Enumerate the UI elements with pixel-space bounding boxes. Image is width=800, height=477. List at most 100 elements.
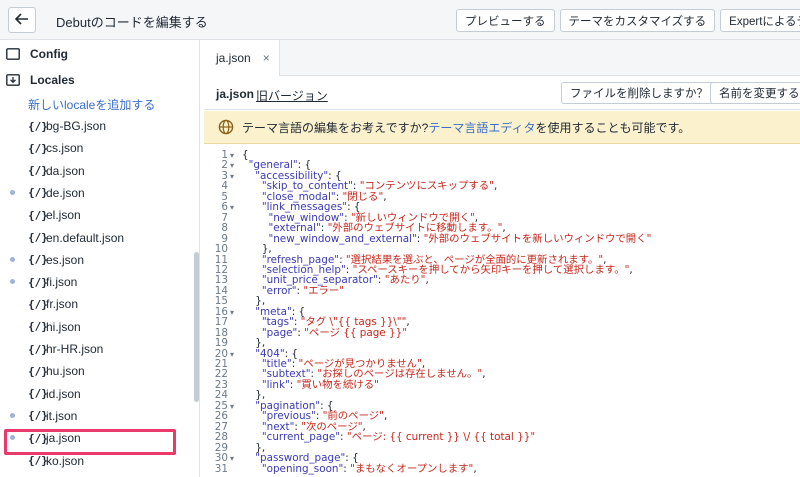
folder-locales[interactable]: Locales <box>0 69 75 91</box>
json-string: "あたり" <box>384 274 426 287</box>
json-string: "外部のウェブサイトを新しいウィンドウで開く" <box>423 232 652 245</box>
arrow-left-icon <box>14 12 29 28</box>
add-locale-link[interactable]: 新しいlocaleを追加する <box>28 96 155 113</box>
customize-theme-button[interactable]: テーマをカスタマイズする <box>559 9 716 32</box>
file-name-label: en.default.json <box>46 230 125 245</box>
file-name-label: id.json <box>46 386 81 401</box>
sidebar-file-item[interactable]: {/} en.default.json <box>0 227 190 249</box>
folder-label: Locales <box>30 73 75 87</box>
banner-text-after: を使用することも可能です。 <box>535 120 691 135</box>
sidebar-file-item[interactable]: {/} id.json <box>0 383 190 405</box>
file-name-label: hr-HR.json <box>46 342 104 356</box>
banner-text: テーマ言語の編集をお考えですか? <box>242 120 429 135</box>
file-name-label: ko.json <box>46 453 85 468</box>
rename-button[interactable]: 名前を変更する <box>710 82 800 104</box>
modified-dot-icon <box>10 189 15 195</box>
old-version-link[interactable]: 旧バージョン <box>256 87 328 104</box>
sidebar-file-item[interactable]: {/} es.json <box>0 249 190 271</box>
json-file-icon: {/} <box>28 119 48 133</box>
json-file-icon: {/} <box>28 297 48 311</box>
sidebar-file-item[interactable]: {/} fr.json <box>0 293 190 315</box>
json-key: "opening_soon" <box>261 462 344 475</box>
json-punct: : <box>289 378 297 391</box>
back-button[interactable] <box>8 7 36 33</box>
line-number: 31 <box>214 462 228 475</box>
json-punct: , <box>629 263 633 276</box>
json-file-icon: {/} <box>28 342 48 356</box>
tab-label: ja.json <box>216 51 251 65</box>
close-icon[interactable]: × <box>263 51 270 65</box>
sidebar-file-item[interactable]: {/} el.json <box>0 204 190 226</box>
language-editor-link[interactable]: テーマ言語エディタ <box>428 119 535 136</box>
json-file-icon: {/} <box>28 231 48 244</box>
file-name-label: fr.json <box>46 297 79 312</box>
file-name-label: hu.json <box>46 364 85 379</box>
tab-ja-json[interactable]: ja.json × <box>204 40 280 76</box>
sidebar-file-item[interactable]: {/} da.json <box>0 160 190 182</box>
preview-button[interactable]: プレビューする <box>456 9 555 32</box>
json-file-icon: {/} <box>28 208 48 222</box>
json-key: "current_page" <box>261 431 341 444</box>
code-editor: ja.json × ja.json 旧バージョン ファイルを削除しますか？ 名前… <box>204 40 800 477</box>
code-line: 31 "opening_soon": "まもなくオープンします", <box>204 462 800 475</box>
file-name-label: es.json <box>46 252 85 267</box>
json-punct: , <box>425 274 429 287</box>
json-file-icon: {/} <box>28 320 48 334</box>
json-key: "page" <box>261 326 298 339</box>
sidebar-file-item[interactable]: {/} hi.json <box>0 316 190 338</box>
json-file-icon: {/} <box>28 364 48 378</box>
file-name-label: de.json <box>46 185 85 200</box>
sidebar-file-item[interactable]: {/} de.json <box>0 182 190 204</box>
header-actions: プレビューする テーマをカスタマイズする Expertによるテーマ <box>456 9 800 32</box>
file-toolbar: ja.json 旧バージョン ファイルを削除しますか？ 名前を変更する <box>204 76 800 110</box>
page-title: Debutのコードを編集する <box>56 15 208 30</box>
json-punct: , <box>482 368 486 381</box>
expert-theme-button[interactable]: Expertによるテーマ <box>720 9 800 32</box>
json-punct: , <box>493 180 498 193</box>
file-name-label: bg-BG.json <box>46 119 107 133</box>
json-key: "new_window_and_external" <box>268 232 417 245</box>
file-name-label: el.json <box>46 208 81 223</box>
code-area[interactable]: 1 ▾{2 ▾ "general": {3 ▾ "accessibility": {4… <box>204 150 800 477</box>
json-string: "エラー" <box>303 284 345 297</box>
json-punct: , <box>473 462 477 475</box>
json-file-icon: {/} <box>28 387 48 401</box>
folder-icon <box>6 48 20 60</box>
json-file-icon: {/} <box>28 253 48 267</box>
json-string: "ページ: {{ current }} \/ {{ total }}" <box>346 431 536 444</box>
top-bar: Debutのコードを編集する プレビューする テーマをカスタマイズする Expe… <box>0 0 800 40</box>
file-name-label: fi.json <box>46 275 78 290</box>
folder-config[interactable]: Config <box>0 43 68 65</box>
json-file-icon: {/} <box>28 141 48 155</box>
modified-dot-icon <box>10 412 15 418</box>
sidebar-file-item[interactable]: {/} hr-HR.json <box>0 338 190 360</box>
sidebar-scrollbar[interactable] <box>194 252 199 402</box>
file-name-label: cs.json <box>46 141 84 156</box>
file-name: ja.json <box>216 87 255 101</box>
editor-tabs: ja.json × <box>204 40 800 76</box>
json-string: "買い物を続ける" <box>296 378 379 391</box>
json-punct: , <box>383 410 388 423</box>
sidebar-file-item[interactable]: {/} it.json <box>0 405 190 427</box>
sidebar-file-item[interactable]: {/} cs.json <box>0 137 190 159</box>
json-punct: : <box>340 431 347 444</box>
json-file-icon: {/} <box>28 409 48 423</box>
sidebar-file-item[interactable]: {/} fi.json <box>0 271 190 293</box>
delete-file-button[interactable]: ファイルを削除しますか？ <box>561 82 717 104</box>
sidebar-file-item[interactable]: {/} bg-BG.json <box>0 115 190 137</box>
json-file-icon: {/} <box>28 275 48 289</box>
json-punct: : <box>416 232 424 245</box>
modified-dot-icon <box>10 256 15 262</box>
folder-label: Config <box>30 47 68 61</box>
file-name-label: hi.json <box>46 319 81 334</box>
json-punct <box>242 463 262 475</box>
json-string: "ページ {{ page }}" <box>304 326 407 339</box>
sidebar-file-item[interactable]: {/} hu.json <box>0 360 190 382</box>
json-key: "error" <box>261 284 297 297</box>
json-punct: : <box>377 274 385 287</box>
file-sidebar: Config Locales 新しいlocaleを追加する {/} bg-BG.j… <box>0 40 200 477</box>
json-punct: , <box>383 190 387 203</box>
highlight-box <box>4 429 176 455</box>
file-name-label: it.json <box>46 408 78 423</box>
code-text: "opening_soon": "まもなくオープンします", <box>242 462 477 475</box>
